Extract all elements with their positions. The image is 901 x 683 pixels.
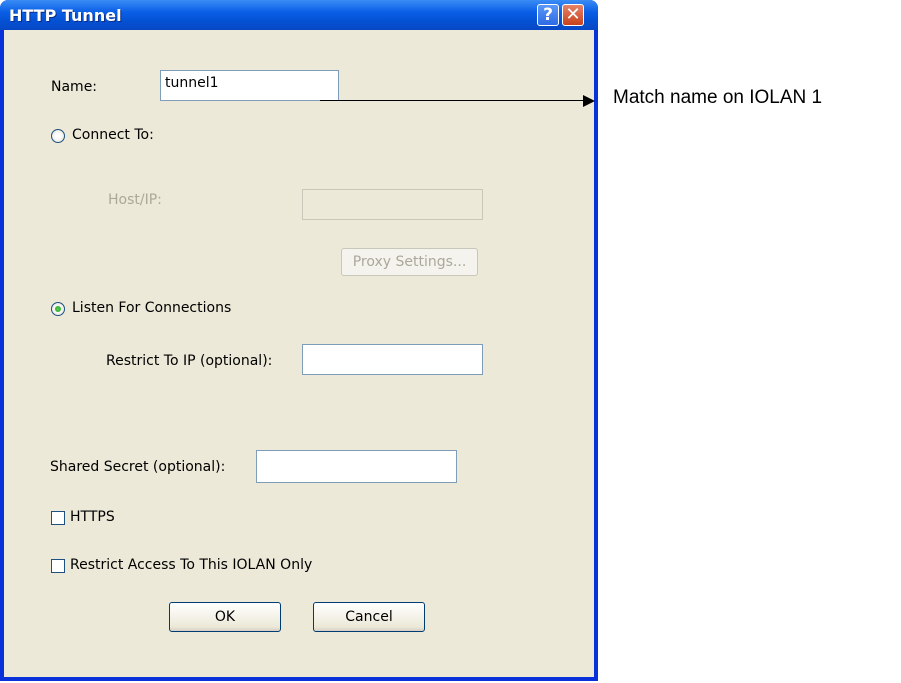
callout-text: Match name on IOLAN 1	[613, 87, 823, 108]
https-label: HTTPS	[70, 509, 115, 525]
http-tunnel-dialog: HTTP Tunnel ? ✕ Name: tunnel1 Connect To…	[0, 0, 598, 681]
host-ip-input[interactable]	[302, 189, 483, 220]
name-label: Name:	[51, 79, 98, 95]
cancel-button[interactable]: Cancel	[313, 602, 425, 632]
restrict-to-ip-label: Restrict To IP (optional):	[106, 353, 273, 369]
radio-selected-dot	[55, 306, 61, 312]
connect-to-label: Connect To:	[72, 127, 154, 143]
host-ip-label: Host/IP:	[108, 192, 162, 208]
listen-for-connections-radio[interactable]	[51, 302, 65, 316]
proxy-settings-button[interactable]: Proxy Settings...	[341, 248, 478, 276]
callout-arrow-line	[320, 100, 590, 101]
https-checkbox[interactable]	[51, 511, 65, 525]
dialog-client-area: Name: tunnel1 Connect To: Host/IP: Proxy…	[4, 30, 594, 677]
close-button[interactable]: ✕	[562, 4, 584, 26]
restrict-access-checkbox[interactable]	[51, 559, 65, 573]
help-icon: ?	[543, 5, 553, 25]
listen-for-connections-label: Listen For Connections	[72, 300, 232, 316]
close-icon: ✕	[565, 4, 581, 25]
window-title: HTTP Tunnel	[9, 6, 122, 25]
help-button[interactable]: ?	[537, 4, 559, 26]
arrow-right-icon	[583, 95, 595, 107]
shared-secret-label: Shared Secret (optional):	[50, 459, 226, 475]
restrict-access-label: Restrict Access To This IOLAN Only	[70, 557, 313, 573]
shared-secret-input[interactable]	[256, 450, 457, 483]
name-input[interactable]: tunnel1	[160, 70, 339, 101]
restrict-to-ip-input[interactable]	[302, 344, 483, 375]
title-bar[interactable]: HTTP Tunnel ? ✕	[0, 0, 598, 30]
ok-button[interactable]: OK	[169, 602, 281, 632]
connect-to-radio[interactable]	[51, 129, 65, 143]
